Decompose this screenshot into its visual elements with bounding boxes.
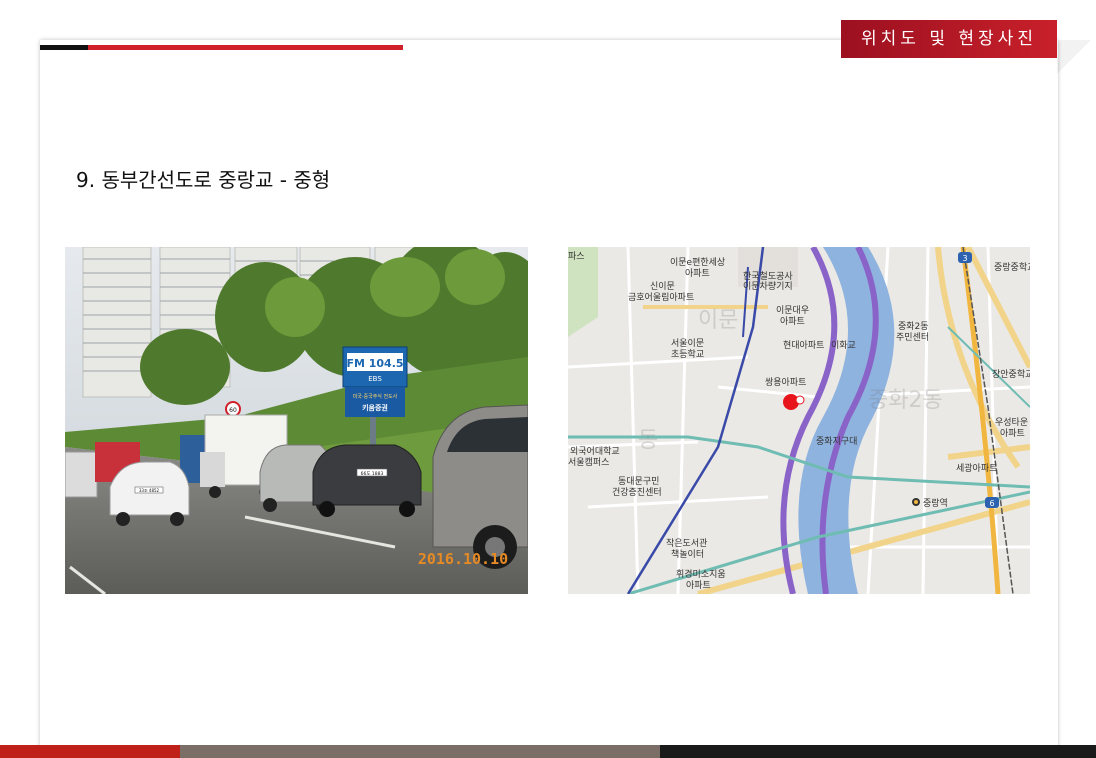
map-label: 이문e편한세상	[670, 256, 725, 268]
sign-ad-bottom: 키움증권	[362, 403, 388, 412]
map-label: 중랑역	[923, 497, 948, 509]
sign-ad-top: 미국·중국주식 전도사	[353, 393, 398, 400]
sign-fm: FM 104.5	[346, 357, 403, 370]
map-label: 아파트	[780, 316, 805, 327]
top-accent-black	[40, 45, 88, 50]
plate-right: 66도 1883	[361, 471, 384, 477]
bg-label-junghwa: 중화2동	[868, 388, 943, 413]
map-label: 이화교	[831, 340, 856, 351]
map-label: 초등학교	[671, 349, 704, 360]
footer-black	[660, 745, 1096, 758]
map-label: 주민센터	[896, 332, 929, 343]
map-label: 작은도서관	[666, 538, 707, 549]
map-label: 파스	[568, 251, 585, 262]
map-label: 장안중학교	[992, 369, 1030, 380]
map-label: 휘경미소지움	[676, 568, 726, 580]
header-tab: 위치도 및 현장사진	[841, 20, 1057, 58]
location-map: 3 6 이문 동 중화2동 이문e편한세상 아파트 한국철도공사 이문차량기지 …	[568, 247, 1030, 594]
map-label: 금호어울림아파트	[628, 291, 694, 303]
map-label: 서울이문	[671, 338, 704, 349]
map-label: 중화2동	[898, 321, 929, 332]
sign-brand: EBS	[368, 375, 382, 383]
bg-label-dong: 동	[638, 428, 658, 453]
map-label: 신이문	[650, 281, 675, 292]
plate-left: 33조 4852	[139, 488, 160, 493]
footer-red	[0, 745, 180, 758]
map-label: 중랑중학교	[994, 261, 1030, 273]
map-label: 아파트	[685, 268, 710, 279]
map-label: 이문차량기지	[743, 280, 793, 292]
footer-bar	[0, 745, 1096, 758]
bg-label-imun: 이문	[698, 308, 738, 333]
section-title: 9. 동부간선도로 중랑교 - 중형	[76, 168, 331, 192]
corner-fold	[1057, 40, 1091, 74]
site-photo: FM 104.5 EBS 미국·중국주식 전도사 키움증권 60 33조 485…	[65, 247, 528, 594]
map-label: 아파트	[686, 580, 711, 591]
map-label: 서울캠퍼스	[568, 456, 609, 468]
map-label: 책놀이터	[671, 548, 704, 560]
map-label: 세광아파트	[956, 462, 997, 474]
map-label: 동대문구민	[618, 476, 659, 487]
map-label: 중화지구대	[816, 436, 857, 447]
map-label: 건강증진센터	[612, 487, 662, 498]
map-label: 외국어대학교	[570, 445, 620, 457]
map-label: 아파트	[1000, 428, 1025, 439]
top-accent-red	[88, 45, 403, 50]
map-label: 현대아파트	[783, 340, 824, 351]
speed-sign: 60	[229, 407, 237, 414]
map-label: 우성타운	[995, 417, 1028, 428]
map-label: 쌍용아파트	[765, 377, 806, 388]
route-badge-6: 6	[989, 499, 994, 508]
date-stamp: 2016.10.10	[418, 550, 508, 568]
map-label: 이문대우	[776, 305, 809, 316]
map-label: 한국철도공사	[743, 271, 793, 282]
footer-gray	[180, 745, 660, 758]
route-badge-3: 3	[962, 254, 967, 263]
